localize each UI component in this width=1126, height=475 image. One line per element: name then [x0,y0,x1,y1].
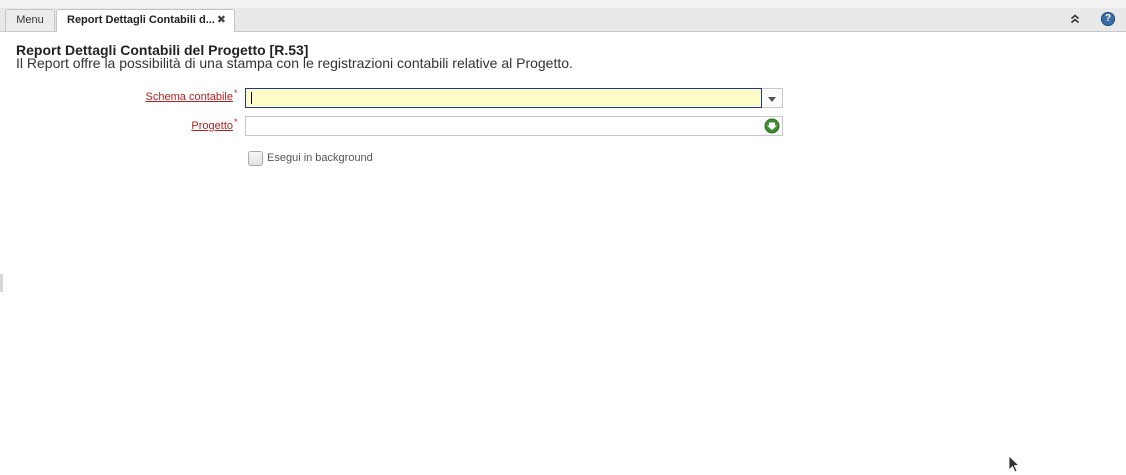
schema-contabile-combobox[interactable] [245,88,783,108]
close-icon[interactable]: ✖ [217,10,226,30]
tab-report[interactable]: Report Dettagli Contabili d... ✖ [56,9,235,32]
tab-report-label: Report Dettagli Contabili d... [67,14,215,26]
progetto-input[interactable] [245,116,783,136]
chevron-down-icon [768,97,776,102]
mouse-cursor-icon [1008,455,1020,473]
required-marker: * [234,117,238,127]
background-checkbox-label: Esegui in background [267,152,373,164]
schema-contabile-label[interactable]: Schema contabile [146,91,233,103]
tab-menu-label: Menu [16,14,44,26]
search-arrow-icon[interactable] [764,118,780,134]
progetto-label[interactable]: Progetto [191,120,233,132]
top-strip [0,0,1126,8]
help-icon[interactable]: ? [1101,12,1115,26]
tab-menu[interactable]: Menu [5,9,55,31]
text-cursor [251,92,252,104]
report-panel: Report Dettagli Contabili del Progetto [… [0,32,1126,475]
page-description: Il Report offre la possibilità di una st… [16,55,573,71]
schema-contabile-input[interactable] [245,88,762,108]
background-checkbox[interactable] [248,151,263,166]
required-marker: * [234,88,238,98]
double-chevron-up-icon[interactable] [1068,12,1082,26]
progetto-search-field[interactable] [245,116,783,136]
help-glyph: ? [1104,13,1112,24]
schema-dropdown-button[interactable] [762,88,783,108]
app-window: Menu Report Dettagli Contabili d... ✖ ? … [0,0,1126,475]
tab-bar: Menu Report Dettagli Contabili d... ✖ [0,8,1126,32]
